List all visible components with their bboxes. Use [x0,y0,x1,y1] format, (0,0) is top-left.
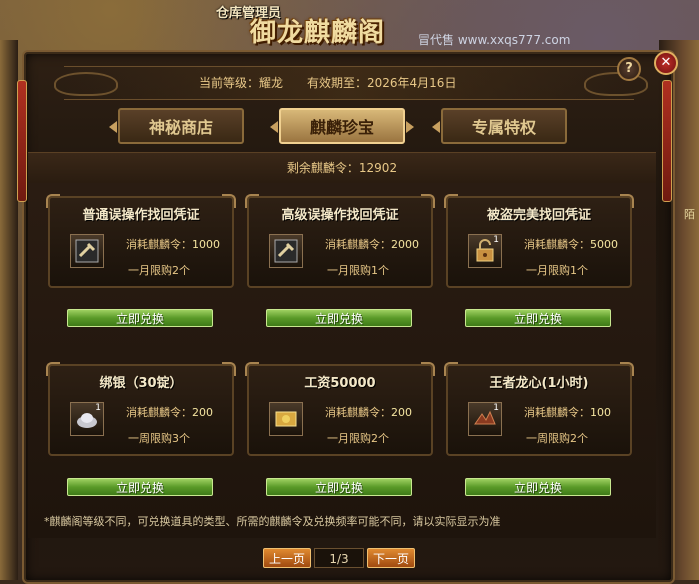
redeem-button[interactable]: 立即兑换 [67,478,213,496]
close-icon: ✕ [660,55,672,70]
item-card: 绑银（30锭） 1 消耗麒麟令：200 一周限购3个 [46,362,236,456]
item-title: 绑银（30锭） [99,376,183,391]
redeem-button[interactable]: 立即兑换 [266,309,412,327]
next-page-button[interactable]: 下一页 [367,548,415,568]
item-limit: 一月限购2个 [327,432,389,445]
item-title: 王者龙心(1小时) [489,376,589,391]
item-cost: 消耗麒麟令：5000 [524,238,618,251]
help-button[interactable]: ? [617,57,641,81]
watermark-text: 冒代售 www.xxqs777.com [418,33,571,47]
item-scroll-icon[interactable] [70,234,104,268]
tab-exclusive-privilege[interactable]: 专属特权 [441,108,567,144]
remaining-tokens: 剩余麒麟令：12902 [28,152,656,184]
right-pillar [662,80,672,202]
redeem-button[interactable]: 立即兑换 [465,478,611,496]
banner-title: 御龙麒麟阁 [250,18,386,48]
item-title: 高级误操作找回凭证 [281,208,399,223]
item-card: 被盗完美找回凭证 1 消耗麒麟令：5000 一月限购1个 [444,194,634,288]
item-card: 王者龙心(1小时) 1 消耗麒麟令：100 一周限购2个 [444,362,634,456]
item-card: 普通误操作找回凭证 消耗麒麟令：1000 一月限购2个 [46,194,236,288]
prev-page-button[interactable]: 上一页 [263,548,311,568]
gold-scroll-icon[interactable] [269,402,303,436]
dragon-heart-icon[interactable]: 1 [468,402,502,436]
cloud-ornament-left [54,72,118,96]
close-button[interactable]: ✕ [654,51,678,75]
item-card: 高级误操作找回凭证 消耗麒麟令：2000 一月限购1个 [245,194,435,288]
lock-icon[interactable]: 1 [468,234,502,268]
item-limit: 一周限购3个 [128,432,190,445]
item-scroll-icon[interactable] [269,234,303,268]
current-level: 当前等级：耀龙 [199,76,284,90]
footnote: *麒麟阁等级不同，可兑换道具的类型、所需的麒麟令及兑换频率可能不同，请以实际显示… [44,515,501,528]
game-background-left [0,40,18,580]
redeem-button[interactable]: 立即兑换 [266,478,412,496]
background-side-text: 陌 [684,208,695,221]
item-limit: 一周限购2个 [526,432,588,445]
page-indicator: 1/3 [314,548,364,568]
item-title: 工资50000 [304,376,376,391]
item-title: 被盗完美找回凭证 [486,208,591,223]
tab-arrow-left-icon [109,121,117,133]
item-limit: 一月限购1个 [526,264,588,277]
item-cost: 消耗麒麟令：2000 [325,238,419,251]
tab-mystery-shop[interactable]: 神秘商店 [118,108,244,144]
item-limit: 一月限购2个 [128,264,190,277]
tab-arrow-right-icon [406,121,414,133]
tab-arrow-left-icon [432,121,440,133]
item-cost: 消耗麒麟令：200 [325,406,412,419]
redeem-button[interactable]: 立即兑换 [465,309,611,327]
left-pillar [17,80,27,202]
tab-qilin-treasure[interactable]: 麒麟珍宝 [279,108,405,144]
item-cost: 消耗麒麟令：200 [126,406,213,419]
item-title: 普通误操作找回凭证 [82,208,200,223]
silver-ingot-icon[interactable]: 1 [70,402,104,436]
tab-arrow-left-icon [270,121,278,133]
item-cost: 消耗麒麟令：1000 [126,238,220,251]
redeem-button[interactable]: 立即兑换 [67,309,213,327]
item-limit: 一月限购1个 [327,264,389,277]
item-card: 工资50000 消耗麒麟令：200 一月限购2个 [245,362,435,456]
valid-until: 有效期至：2026年4月16日 [307,76,457,90]
item-cost: 消耗麒麟令：100 [524,406,611,419]
